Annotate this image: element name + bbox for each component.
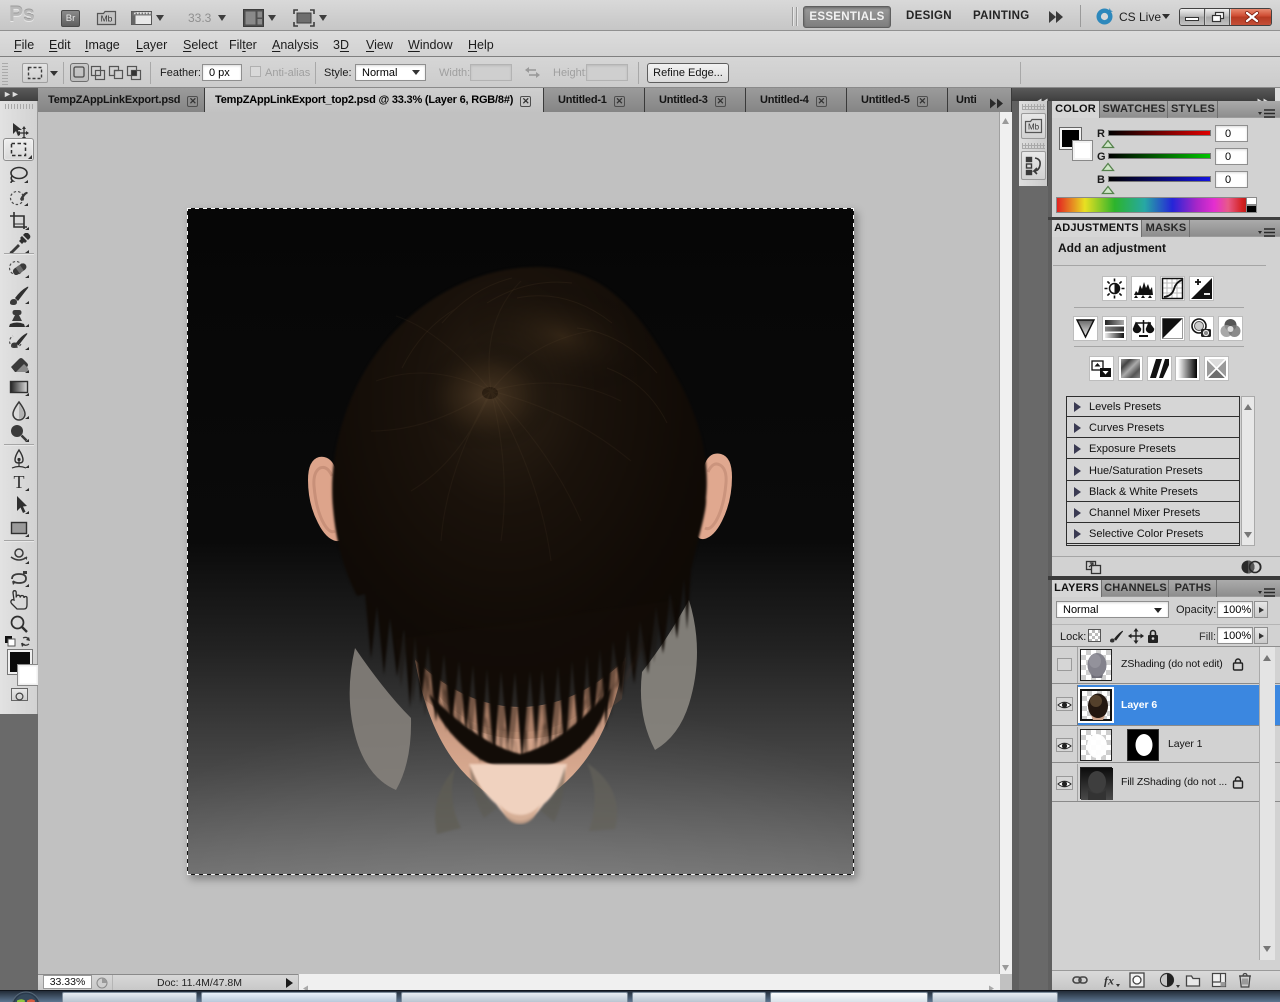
svg-text:T: T bbox=[14, 472, 25, 492]
svg-text:fx: fx bbox=[1104, 974, 1114, 988]
svg-text:Mb: Mb bbox=[101, 14, 113, 24]
svg-text:Mb: Mb bbox=[1028, 123, 1040, 132]
